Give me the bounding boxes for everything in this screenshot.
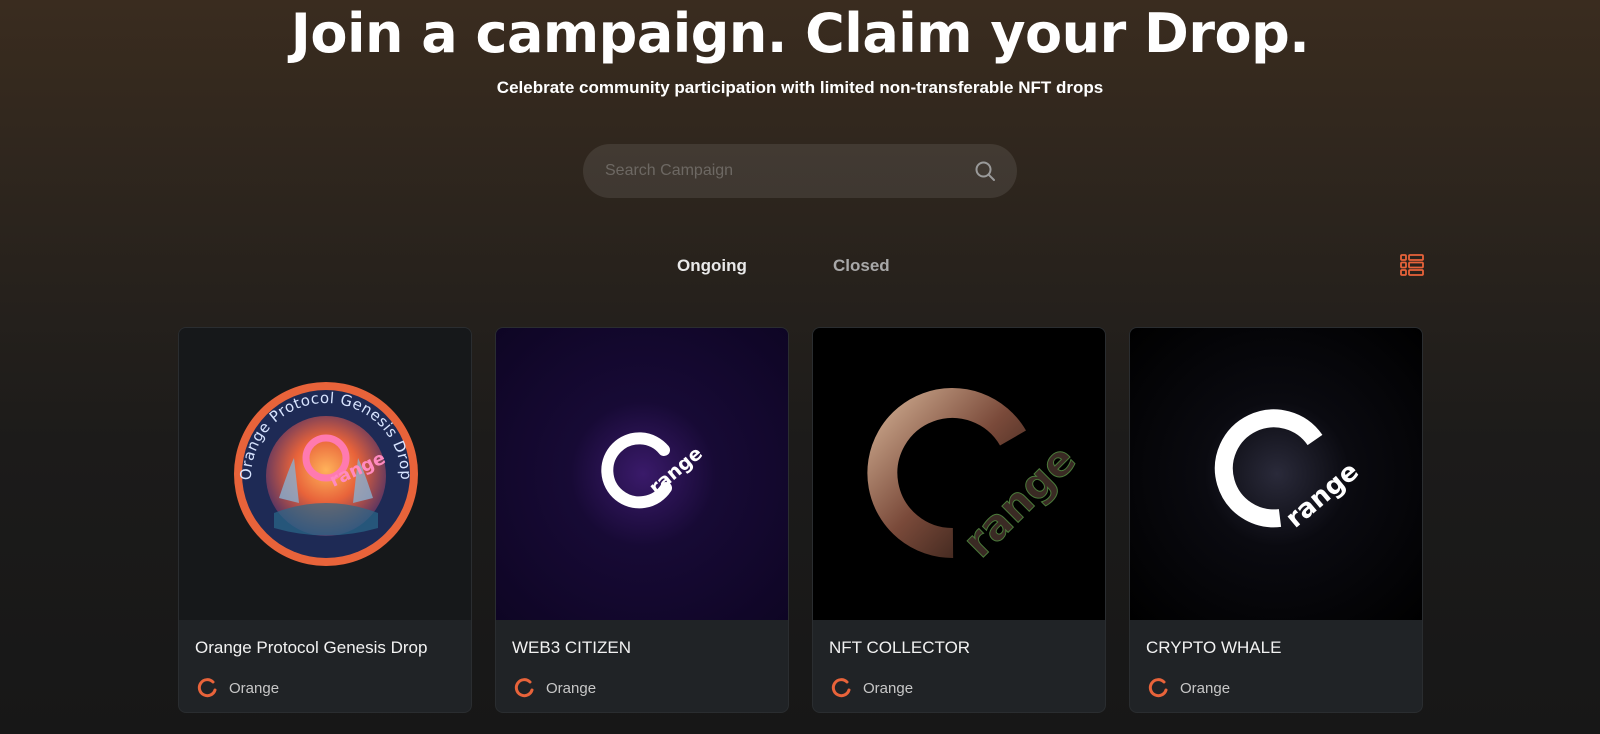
- orange-logo-icon: [1148, 678, 1168, 698]
- orange-logo-icon: [831, 678, 851, 698]
- campaign-brand: Orange: [195, 675, 279, 701]
- campaign-card[interactable]: Orange Protocol Genesis Drop range Orang…: [178, 327, 472, 713]
- brand-name: Orange: [863, 679, 914, 697]
- campaign-title: WEB3 CITIZEN: [512, 638, 632, 657]
- campaign-brand: Orange: [1146, 675, 1230, 701]
- campaign-image-web3-citizen: range: [496, 328, 788, 620]
- campaign-brand: Orange: [512, 675, 596, 701]
- brand-name: Orange: [229, 679, 280, 697]
- search-icon[interactable]: [973, 159, 997, 183]
- svg-text:range: range: [953, 435, 1085, 567]
- campaign-card[interactable]: range WEB3 CITIZEN Orange: [495, 327, 789, 713]
- svg-text:range: range: [645, 442, 707, 499]
- campaign-image-nft-collector: range: [813, 328, 1105, 620]
- page-title: Join a campaign. Claim your Drop.: [290, 2, 1310, 65]
- tab-ongoing[interactable]: Ongoing: [677, 256, 747, 276]
- campaign-card[interactable]: range CRYPTO WHALE Orange: [1129, 327, 1423, 713]
- brand-name: Orange: [1180, 679, 1231, 697]
- campaign-title: CRYPTO WHALE: [1146, 638, 1282, 657]
- orange-logo-icon: [514, 678, 534, 698]
- campaign-image-genesis: Orange Protocol Genesis Drop range: [179, 328, 471, 620]
- campaign-brand: Orange: [829, 675, 913, 701]
- search-input[interactable]: [605, 158, 945, 184]
- campaign-card[interactable]: range NFT COLLECTOR Orange: [812, 327, 1106, 713]
- orange-logo-icon: [197, 678, 217, 698]
- campaign-title: Orange Protocol Genesis Drop: [195, 638, 428, 657]
- search-box: [583, 144, 1017, 198]
- campaign-image-crypto-whale: range: [1130, 328, 1422, 620]
- tab-closed[interactable]: Closed: [833, 256, 890, 276]
- list-view-icon[interactable]: [1400, 253, 1424, 277]
- page-subtitle: Celebrate community participation with l…: [496, 78, 1104, 97]
- svg-text:range: range: [1280, 456, 1364, 534]
- campaign-title: NFT COLLECTOR: [829, 638, 971, 657]
- brand-name: Orange: [546, 679, 597, 697]
